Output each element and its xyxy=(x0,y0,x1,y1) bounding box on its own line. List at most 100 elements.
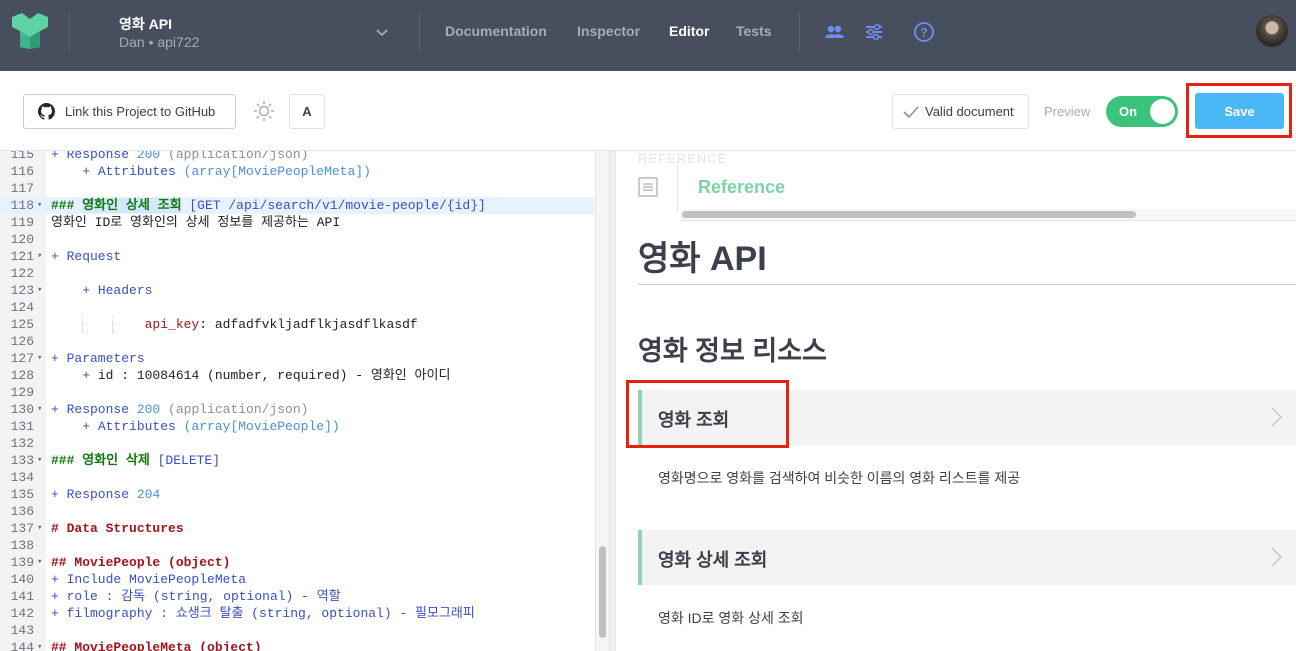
code-line[interactable]: 124 xyxy=(0,299,594,316)
code-line[interactable]: 129 xyxy=(0,384,594,401)
fold-arrow-icon[interactable]: ▾ xyxy=(37,452,45,469)
code-token: + Response xyxy=(51,487,137,502)
line-number: 116 xyxy=(10,164,34,179)
preview-toggle-label: On xyxy=(1119,104,1138,119)
fold-arrow-icon[interactable]: ▾ xyxy=(37,639,45,651)
code-line[interactable]: 127 ▾ + Parameters xyxy=(0,350,594,367)
blueprint-code-editor[interactable]: 115 + Response 200 (application/json) 116 … xyxy=(0,151,594,651)
line-number: 126 xyxy=(10,334,34,349)
code-text: + Include MoviePeopleMeta xyxy=(51,571,246,588)
code-line[interactable]: 120 xyxy=(0,231,594,248)
code-token: (application/json) xyxy=(160,402,309,417)
code-line[interactable]: 133 ▾ ### 영화인 삭제 [DELETE] xyxy=(0,452,594,469)
code-token: + Attributes xyxy=(82,419,184,434)
apiary-logo-icon[interactable] xyxy=(12,13,48,49)
code-token: : adfadfvkljadflkjasdflkasdf xyxy=(199,317,418,332)
code-line[interactable]: 144 ▾ ## MoviePeopleMeta (object) xyxy=(0,639,594,651)
code-line[interactable]: 136 xyxy=(0,503,594,520)
line-number: 144 xyxy=(10,640,34,651)
code-line[interactable]: 130 ▾ + Response 200 (application/json) xyxy=(0,401,594,418)
document-icon[interactable] xyxy=(638,177,658,197)
project-switcher-chevron-icon[interactable] xyxy=(374,24,390,40)
code-line[interactable]: 135 + Response 204 xyxy=(0,486,594,503)
nav-editor[interactable]: Editor xyxy=(669,23,709,39)
resource-row-movie-detail[interactable]: 영화 상세 조회 xyxy=(638,530,1296,585)
preview-toggle[interactable]: On xyxy=(1106,96,1178,127)
code-line[interactable]: 117 xyxy=(0,180,594,197)
code-line[interactable]: 138 xyxy=(0,537,594,554)
preview-horizontal-scrollbar[interactable] xyxy=(680,209,1296,221)
reference-tab[interactable]: Reference xyxy=(698,177,785,198)
code-line[interactable]: 128 + id : 10084614 (number, required) -… xyxy=(0,367,594,384)
code-line[interactable]: 122 xyxy=(0,265,594,282)
resource-description: 영화 ID로 영화 상세 조회 xyxy=(658,610,804,626)
code-line[interactable]: 123 ▾ + Headers xyxy=(0,282,594,299)
code-text: + Response 200 (application/json) xyxy=(51,151,308,163)
save-button[interactable]: Save xyxy=(1195,93,1284,129)
code-token: (application/json) xyxy=(160,151,309,162)
divider xyxy=(799,12,800,52)
line-number: 134 xyxy=(10,470,34,485)
fold-arrow-icon[interactable]: ▾ xyxy=(37,282,45,299)
nav-tests[interactable]: Tests xyxy=(736,23,772,39)
line-number: 141 xyxy=(10,589,34,604)
code-text: + Response 204 xyxy=(51,486,160,503)
code-line[interactable]: 137 ▾ # Data Structures xyxy=(0,520,594,537)
nav-documentation[interactable]: Documentation xyxy=(445,23,547,39)
fold-arrow-icon[interactable]: ▾ xyxy=(37,197,45,214)
help-icon[interactable]: ? xyxy=(913,21,935,43)
code-token: ### xyxy=(51,198,83,213)
settings-sliders-icon[interactable] xyxy=(863,21,885,43)
code-line[interactable]: 142 + filmography : 쇼생크 탈출 (string, optio… xyxy=(0,605,594,622)
nav-inspector[interactable]: Inspector xyxy=(577,23,640,39)
code-text: ## MoviePeopleMeta (object) xyxy=(51,639,262,651)
theme-sun-icon[interactable] xyxy=(253,100,275,122)
line-number: 118 xyxy=(10,198,34,213)
code-line[interactable]: 131 + Attributes (array[MoviePeople]) xyxy=(0,418,594,435)
code-line[interactable]: 141 + role : 감독 (string, optional) - 역할 xyxy=(0,588,594,605)
chevron-right-icon xyxy=(1271,547,1282,567)
code-line[interactable]: 116 + Attributes (array[MoviePeopleMeta]… xyxy=(0,163,594,180)
line-number: 132 xyxy=(10,436,34,451)
user-avatar[interactable] xyxy=(1256,15,1288,47)
code-line[interactable]: 121 ▾ + Request xyxy=(0,248,594,265)
font-size-button[interactable]: A xyxy=(289,94,325,129)
line-number: 125 xyxy=(10,317,34,332)
pane-splitter[interactable] xyxy=(609,151,616,651)
editor-scrollbar[interactable] xyxy=(595,151,609,651)
code-line[interactable]: 126 xyxy=(0,333,594,350)
code-line[interactable]: 134 xyxy=(0,469,594,486)
fold-arrow-icon[interactable]: ▾ xyxy=(37,350,45,367)
line-number: 140 xyxy=(10,572,34,587)
fold-arrow-icon[interactable]: ▾ xyxy=(37,520,45,537)
preview-scrollbar-thumb[interactable] xyxy=(682,211,1136,218)
code-line[interactable]: 143 xyxy=(0,622,594,639)
line-number: 121 xyxy=(10,249,34,264)
validation-status: Valid document xyxy=(892,94,1029,129)
code-line[interactable]: 115 + Response 200 (application/json) xyxy=(0,151,594,163)
code-text: ### 영화인 삭제 [DELETE] xyxy=(51,452,220,469)
line-number: 123 xyxy=(10,283,34,298)
fold-arrow-icon[interactable]: ▾ xyxy=(37,401,45,418)
code-line[interactable]: 140 + Include MoviePeopleMeta xyxy=(0,571,594,588)
fold-arrow-icon[interactable]: ▾ xyxy=(37,554,45,571)
code-line[interactable]: 118 ▾ ### 영화인 상세 조회 [GET /api/search/v1/mo… xyxy=(0,197,594,214)
link-github-button[interactable]: Link this Project to GitHub xyxy=(23,94,236,129)
code-line[interactable]: 139 ▾ ## MoviePeople (object) xyxy=(0,554,594,571)
code-token: (array[MoviePeople]) xyxy=(183,419,340,434)
code-line[interactable]: 119 영화인 ID로 영화인의 상세 정보를 제공하는 API xyxy=(0,214,594,231)
team-icon[interactable] xyxy=(823,21,845,43)
project-title[interactable]: 영화 API xyxy=(119,14,172,34)
indent-guide xyxy=(112,316,113,333)
code-line[interactable]: 125 api_key: adfadfvkljadflkjasdflkasdf xyxy=(0,316,594,333)
code-token: [GET /api/search/v1/movie-people/{id}] xyxy=(189,198,486,213)
code-token: id : 10084614 (number, required) - 영화인 아… xyxy=(97,368,451,383)
fold-arrow-icon[interactable]: ▾ xyxy=(37,248,45,265)
code-text: + id : 10084614 (number, required) - 영화인… xyxy=(51,367,450,384)
code-token: + Include MoviePeopleMeta xyxy=(51,572,247,587)
editor-scrollbar-thumb[interactable] xyxy=(599,546,606,638)
line-number: 138 xyxy=(10,538,34,553)
code-line[interactable]: 132 xyxy=(0,435,594,452)
